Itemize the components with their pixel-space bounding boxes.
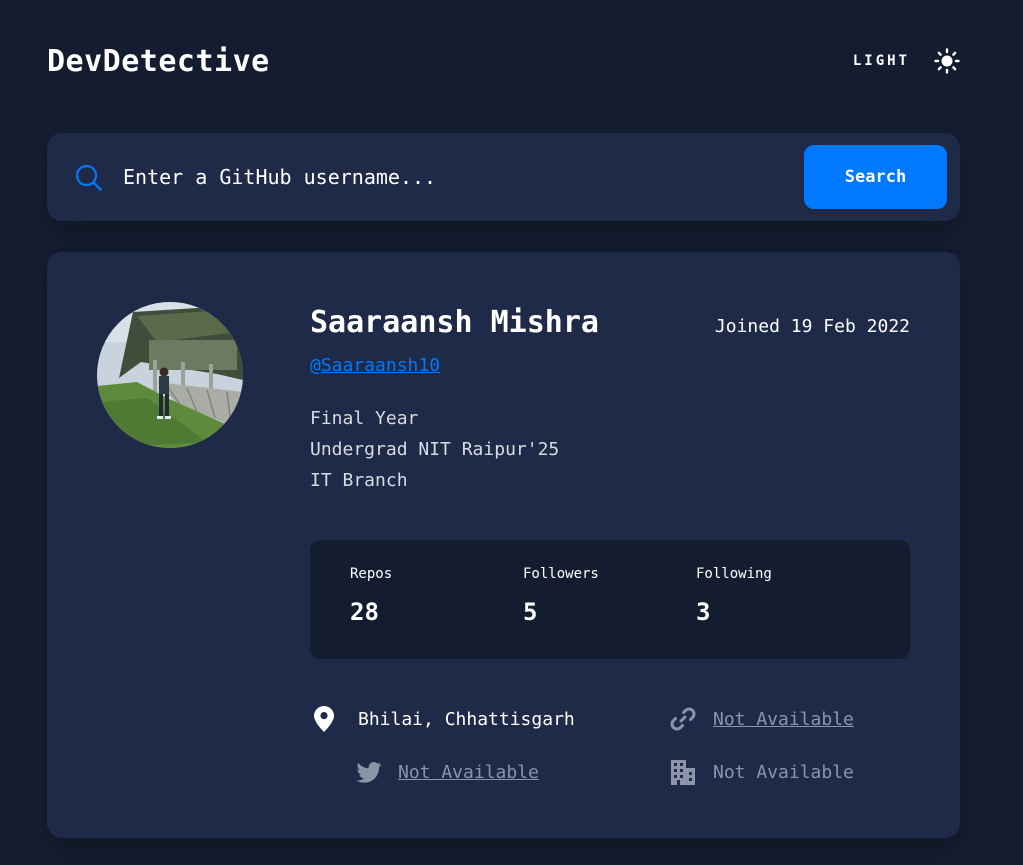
bio-line: Undergrad NIT Raipur'25 [310,439,560,460]
twitter-item[interactable]: Not Available [356,757,539,787]
stat-label: Following [696,566,772,582]
stat-value: 28 [350,598,379,626]
stat-repos: Repos 28 [350,566,392,626]
stat-followers: Followers 5 [523,566,599,626]
username-link[interactable]: @Saaraansh10 [310,355,440,376]
twitter-link[interactable]: Not Available [398,762,539,783]
search-bar: Search [47,133,960,221]
stat-label: Repos [350,566,393,582]
website-item[interactable]: Not Available [670,704,854,734]
stat-label: Followers [523,566,599,582]
location-pin-icon [314,706,334,732]
twitter-icon [356,761,382,783]
location-item: Bhilai, Chhattisgarh [314,704,575,734]
stats-panel: Repos 28 Followers 5 Following 3 [310,540,910,659]
header: DevDetective LIGHT [47,40,960,88]
app: DevDetective LIGHT Enter a GitHub userna… [0,0,1023,865]
building-icon [671,760,695,785]
search-icon [75,164,102,191]
website-link[interactable]: Not Available [713,709,854,730]
location-text: Bhilai, Chhattisgarh [358,708,575,730]
avatar [97,302,243,448]
link-icon [670,707,696,731]
stat-value: 3 [696,598,711,626]
company-text: Not Available [713,761,854,783]
company-item: Not Available [670,757,854,787]
joined-date: Joined 19 Feb 2022 [714,316,910,337]
search-input[interactable] [123,155,763,199]
search-button[interactable]: Search [804,145,947,209]
profile-card: Saaraansh Mishra Joined 19 Feb 2022 @Saa… [47,252,960,838]
theme-toggle-label: LIGHT [852,53,910,69]
sun-icon [934,48,960,74]
theme-toggle[interactable]: LIGHT [853,46,960,76]
stat-value: 5 [523,598,538,626]
bio-line: IT Branch [310,470,408,491]
app-logo: DevDetective [47,44,270,79]
bio-line: Final Year [310,408,419,429]
stat-following: Following 3 [696,566,772,626]
profile-name: Saaraansh Mishra [310,305,599,340]
profile-bio: Final Year Undergrad NIT Raipur'25 IT Br… [310,403,730,496]
